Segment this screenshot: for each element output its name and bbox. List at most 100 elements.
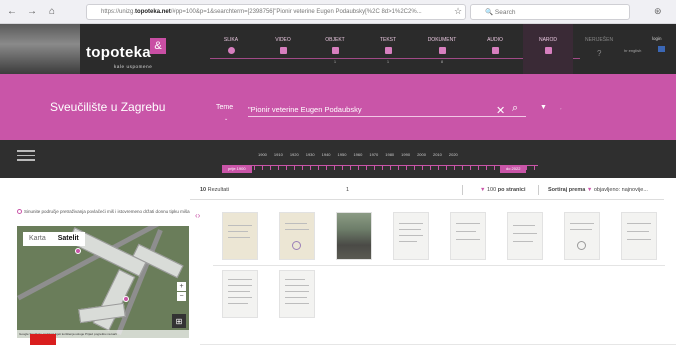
- logo-badge-icon: &: [150, 38, 166, 54]
- results-divider: [190, 199, 664, 200]
- map-instructions: Sinunite područje pretraživanja povlačeć…: [17, 209, 195, 215]
- map-view[interactable]: Karta Satelit + − ⊞ Google Ssodkate poda…: [17, 226, 189, 338]
- red-marker: [30, 334, 56, 345]
- home-icon[interactable]: ⌂: [44, 4, 60, 20]
- search-input[interactable]: "Pionir veterine Eugen Podaubsky: [248, 105, 362, 114]
- category-tekst[interactable]: TEKST 1: [363, 24, 413, 74]
- result-thumbnail[interactable]: [564, 212, 600, 260]
- question-icon[interactable]: ?: [597, 49, 601, 58]
- timeline-tick: [486, 166, 487, 170]
- image-icon: [227, 47, 235, 54]
- result-thumbnail[interactable]: [279, 212, 315, 260]
- timeline-tick: [302, 166, 303, 170]
- login-link[interactable]: login: [652, 36, 662, 41]
- more-icon[interactable]: ◦: [560, 106, 561, 111]
- timeline-tick: [390, 166, 391, 170]
- unresolved-label[interactable]: NERIJEŠEN: [585, 37, 613, 43]
- result-thumbnail[interactable]: [222, 270, 258, 318]
- timeline-years: 1900 1910 1920 1930 1940 1950 1960 1970 1980 1990…: [258, 152, 458, 157]
- result-thumbnail[interactable]: [621, 212, 657, 260]
- timeline-tick: [366, 166, 367, 170]
- clear-icon[interactable]: ✕: [496, 104, 505, 117]
- site-header: topoteka & kale uspomene SLIKA VIDEO OBJ…: [0, 24, 676, 74]
- category-video[interactable]: VIDEO: [258, 24, 308, 74]
- divider: [462, 185, 463, 195]
- language-switch[interactable]: hr english: [624, 48, 641, 53]
- timeline-tick: [462, 166, 463, 170]
- timeline-end-handle[interactable]: do 2022: [500, 165, 527, 173]
- logo-subtitle: kale uspomene: [114, 64, 153, 69]
- timeline-bar: 1900 1910 1920 1930 1940 1950 1960 1970 1980 1990…: [0, 140, 676, 178]
- shield-account-icon[interactable]: ⊛: [654, 6, 662, 17]
- search-icon[interactable]: ⌕: [512, 102, 518, 115]
- logo-text[interactable]: topoteka: [86, 44, 151, 61]
- browser-search-input[interactable]: 🔍 Search: [470, 4, 630, 20]
- row-divider: [213, 265, 665, 266]
- zoom-in-icon[interactable]: +: [177, 282, 186, 291]
- map-grid-icon[interactable]: ⊞: [172, 314, 186, 328]
- checkbox[interactable]: [17, 209, 22, 215]
- browser-toolbar: ← → ⌂ ⛉ 🔒 https://unizg.topoteka.net/#pp…: [0, 0, 676, 24]
- result-thumbnail[interactable]: [507, 212, 543, 260]
- back-icon[interactable]: ←: [4, 4, 20, 20]
- page-title: Sveučilište u Zagrebu: [50, 100, 166, 114]
- person-icon: [544, 47, 552, 54]
- category-audio[interactable]: AUDIO: [470, 24, 520, 74]
- timeline-tick: [382, 166, 383, 170]
- timeline-tick: [398, 166, 399, 170]
- header-photo: [0, 24, 80, 74]
- result-thumbnail-photo[interactable]: [336, 212, 372, 260]
- forward-icon[interactable]: →: [24, 4, 40, 20]
- timeline-tick: [294, 166, 295, 170]
- expand-arrows-icon[interactable]: ‹›: [195, 211, 200, 220]
- address-bar[interactable]: https://unizg. topoteka.net/#pp=100&p=1&s…: [86, 4, 466, 20]
- facebook-icon[interactable]: [658, 46, 665, 52]
- timeline-tick: [318, 166, 319, 170]
- timeline-tick: [430, 166, 431, 170]
- search-underline: [248, 116, 526, 117]
- timeline-tick: [414, 166, 415, 170]
- timeline-tick: [470, 166, 471, 170]
- bookmark-star-icon[interactable]: ☆: [454, 6, 462, 17]
- video-icon: [279, 47, 287, 54]
- result-thumbnail[interactable]: [279, 270, 315, 318]
- document-icon: [438, 47, 446, 54]
- chevron-down-icon[interactable]: ⌄: [224, 116, 228, 122]
- result-thumbnail[interactable]: [393, 212, 429, 260]
- stamp-icon: [292, 241, 301, 250]
- menu-icon[interactable]: [17, 150, 35, 164]
- page-number[interactable]: 1: [346, 187, 349, 193]
- text-icon: [384, 47, 392, 54]
- result-thumbnail[interactable]: [450, 212, 486, 260]
- timeline-tick: [334, 166, 335, 170]
- tab-satellite[interactable]: Satelit: [52, 232, 85, 246]
- map-pin[interactable]: [75, 248, 81, 254]
- sort-select[interactable]: Sortiraj prema ▼ objavljeno: najnovije..…: [548, 187, 648, 193]
- category-objekt[interactable]: OBJEKT 1: [310, 24, 360, 74]
- category-dokument[interactable]: DOKUMENT 8: [417, 24, 467, 74]
- timeline-start-handle[interactable]: prije 1900: [222, 165, 252, 173]
- timeline-tick: [358, 166, 359, 170]
- map-pin[interactable]: [123, 296, 129, 302]
- themes-dropdown[interactable]: Teme: [216, 104, 233, 111]
- timeline-tick: [262, 166, 263, 170]
- timeline-tick: [278, 166, 279, 170]
- timeline-tick: [534, 166, 535, 170]
- timeline-tick: [446, 166, 447, 170]
- audio-icon: [491, 47, 499, 54]
- zoom-out-icon[interactable]: −: [177, 292, 186, 301]
- category-slika[interactable]: SLIKA: [206, 24, 256, 74]
- timeline-tick: [286, 166, 287, 170]
- category-narod[interactable]: NAROD: [523, 24, 573, 74]
- timeline-tick: [374, 166, 375, 170]
- tab-map[interactable]: Karta: [23, 232, 52, 246]
- filter-dropdown-icon[interactable]: ▼: [540, 104, 547, 111]
- result-thumbnail[interactable]: [222, 212, 258, 260]
- timeline-slider[interactable]: [222, 165, 538, 171]
- per-page-select[interactable]: ▼ 100 po stranici: [480, 187, 526, 193]
- divider: [538, 185, 539, 195]
- timeline-tick: [422, 166, 423, 170]
- results-count: 10 Rezultati: [200, 187, 230, 193]
- timeline-tick: [254, 166, 255, 170]
- timeline-tick: [270, 166, 271, 170]
